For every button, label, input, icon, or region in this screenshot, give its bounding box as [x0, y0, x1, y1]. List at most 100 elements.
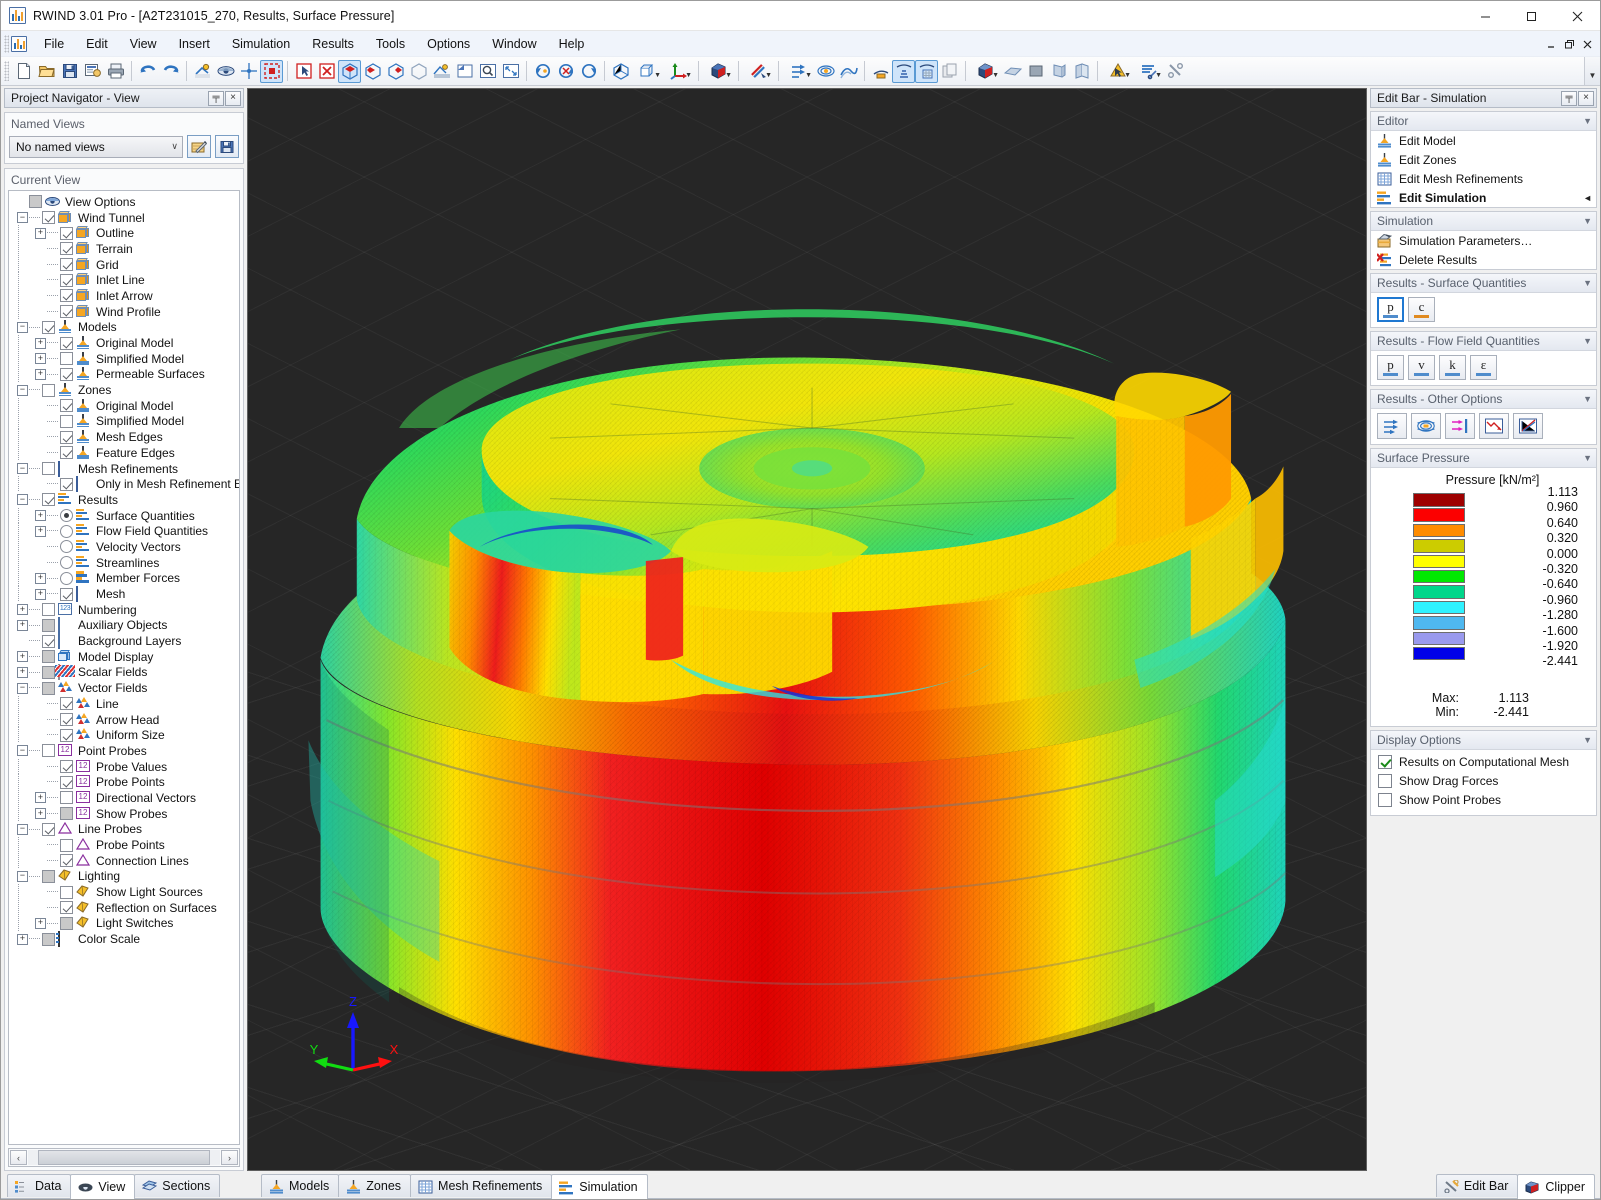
view-mode-1-icon[interactable] [338, 59, 361, 83]
tree-checkbox[interactable] [60, 430, 73, 444]
tab-simulation[interactable]: Simulation [551, 1174, 648, 1199]
option-checkbox[interactable] [1378, 774, 1392, 789]
tree-item-reflection-on-surfaces[interactable]: Reflection on Surfaces [13, 899, 239, 916]
tree-expander[interactable]: + [35, 353, 46, 365]
tree-checkbox-partial[interactable] [60, 807, 73, 821]
menu-item-edit[interactable]: Edit [75, 33, 119, 55]
zoom-detail-icon[interactable] [476, 60, 499, 83]
option-checkbox[interactable] [1378, 793, 1392, 808]
menu-item-simulation[interactable]: Simulation [221, 33, 301, 55]
rotate-left-icon[interactable] [531, 60, 554, 83]
tree-item-wind-tunnel[interactable]: − Wind Tunnel [13, 210, 239, 226]
chevron-down-icon[interactable]: ▼ [805, 72, 812, 79]
tree-item-uniform-size[interactable]: Uniform Size [13, 727, 239, 744]
edit-bar-item-edit-zones[interactable]: Edit Zones [1371, 150, 1596, 169]
close-edit-bar-button[interactable]: × [1578, 90, 1594, 106]
tree-checkbox[interactable] [60, 854, 73, 868]
tree-checkbox[interactable] [42, 493, 55, 507]
results-copy-icon[interactable] [938, 60, 961, 83]
section-header[interactable]: Editor ▼ [1371, 112, 1596, 131]
tree-expander[interactable]: + [17, 604, 28, 616]
tree-expander[interactable]: + [17, 619, 28, 631]
close-button[interactable] [1554, 1, 1600, 31]
edit-bar-item-edit-model[interactable]: Edit Model [1371, 131, 1596, 150]
tab-mesh-refinements[interactable]: Mesh Refinements [410, 1174, 553, 1197]
tree-checkbox[interactable] [60, 414, 73, 428]
tree-expander[interactable]: + [17, 933, 28, 945]
tree-checkbox-partial[interactable] [42, 869, 55, 883]
cfd-model-render[interactable] [248, 89, 1366, 1170]
tree-checkbox[interactable] [60, 336, 73, 350]
option-checkbox[interactable] [1378, 755, 1392, 770]
tree-item-streamlines[interactable]: Streamlines [13, 554, 239, 571]
chevron-down-icon[interactable]: ▼ [1583, 116, 1592, 126]
display-option-results-on-computational-mesh[interactable]: Results on Computational Mesh [1371, 753, 1596, 772]
convergence-chart-button[interactable] [1479, 413, 1509, 439]
tree-item-connection-lines[interactable]: Connection Lines [13, 852, 239, 869]
tree-checkbox[interactable] [60, 258, 73, 272]
clipper-icon[interactable]: ▼ [970, 60, 1001, 83]
tree-item-show-probes[interactable]: +12 Show Probes [13, 805, 239, 822]
tree-checkbox[interactable] [42, 462, 55, 476]
tree-item-mesh-refinements[interactable]: − Mesh Refinements [13, 460, 239, 477]
tree-expander[interactable]: + [35, 808, 46, 820]
plane-solid-icon[interactable] [1024, 60, 1047, 83]
plane-yz-icon[interactable] [1047, 60, 1070, 83]
tree-item-feature-edges[interactable]: Feature Edges [13, 445, 239, 461]
tree-checkbox[interactable] [42, 320, 55, 334]
section-header[interactable]: Results - Flow Field Quantities ▼ [1371, 332, 1596, 351]
undo-icon[interactable] [136, 60, 159, 83]
chevron-down-icon[interactable]: ▼ [1583, 336, 1592, 346]
tab-view[interactable]: View [70, 1174, 136, 1199]
chevron-down-icon[interactable]: ▼ [1583, 216, 1592, 226]
view-mode-3-icon[interactable] [384, 60, 407, 83]
scroll-right-icon[interactable]: › [221, 1150, 238, 1165]
tree-checkbox[interactable] [60, 728, 73, 742]
tree-item-vector-fields[interactable]: − Vector Fields [13, 680, 239, 696]
section-header[interactable]: Results - Other Options ▼ [1371, 390, 1596, 409]
tree-checkbox[interactable] [42, 744, 55, 758]
pin-edit-bar-button[interactable]: ╤ [1561, 90, 1577, 106]
isometric-view-icon[interactable] [609, 60, 632, 83]
toolbar-overflow-button[interactable]: ▼ [1584, 57, 1600, 85]
diagram-button[interactable] [1513, 413, 1543, 439]
plane-xz-icon[interactable] [1070, 60, 1093, 83]
tree-checkbox[interactable] [60, 775, 73, 789]
settings-tool-icon[interactable]: ▼ [1133, 60, 1164, 83]
deselect-icon[interactable] [315, 60, 338, 83]
tree-item-outline[interactable]: + Outline [13, 225, 239, 242]
tab-edit-bar[interactable]: Edit Bar [1435, 1174, 1519, 1197]
tree-checkbox[interactable] [60, 901, 73, 915]
tree-checkbox[interactable] [42, 822, 55, 836]
tree-expander[interactable]: + [35, 525, 46, 537]
tab-sections[interactable]: Sections [134, 1174, 221, 1197]
chevron-down-icon[interactable]: ▼ [1583, 735, 1592, 745]
tree-item-probe-values[interactable]: 12 Probe Values [13, 758, 239, 775]
tree-item-auxiliary-objects[interactable]: + Auxiliary Objects [13, 617, 239, 634]
cp-button[interactable]: c [1408, 297, 1435, 322]
tree-checkbox[interactable] [60, 791, 73, 805]
menu-item-file[interactable]: File [33, 33, 75, 55]
flow-arrows-icon[interactable]: ▼ [783, 60, 814, 83]
pressure-button[interactable]: p [1377, 297, 1404, 322]
zoom-all-icon[interactable] [499, 60, 522, 83]
menu-item-options[interactable]: Options [416, 33, 481, 55]
tree-item-line[interactable]: Line [13, 696, 239, 712]
tree-item-arrow-head[interactable]: Arrow Head [13, 711, 239, 728]
save-named-view-button[interactable] [215, 135, 239, 158]
tree-item-directional-vectors[interactable]: +12 Directional Vectors [13, 790, 239, 806]
streamline-icon[interactable] [837, 60, 860, 83]
tree-item-numbering[interactable]: +123 Numbering [13, 602, 239, 618]
tree-checkbox[interactable] [42, 383, 55, 397]
streamlines-button[interactable] [1411, 413, 1441, 439]
tree-item-original-model[interactable]: + Original Model [13, 335, 239, 351]
tree-expander[interactable]: + [17, 651, 28, 663]
display-option-show-point-probes[interactable]: Show Point Probes [1371, 791, 1596, 810]
tree-item-mesh-edges[interactable]: Mesh Edges [13, 429, 239, 445]
section-header[interactable]: Results - Surface Quantities ▼ [1371, 274, 1596, 293]
plane-xy-icon[interactable] [1001, 60, 1024, 83]
tree-item-model-display[interactable]: + Model Display [13, 649, 239, 665]
tree-expander[interactable]: − [17, 745, 28, 757]
tree-checkbox-partial[interactable] [29, 195, 42, 209]
tree-item-color-scale[interactable]: + Color Scale [13, 931, 239, 948]
